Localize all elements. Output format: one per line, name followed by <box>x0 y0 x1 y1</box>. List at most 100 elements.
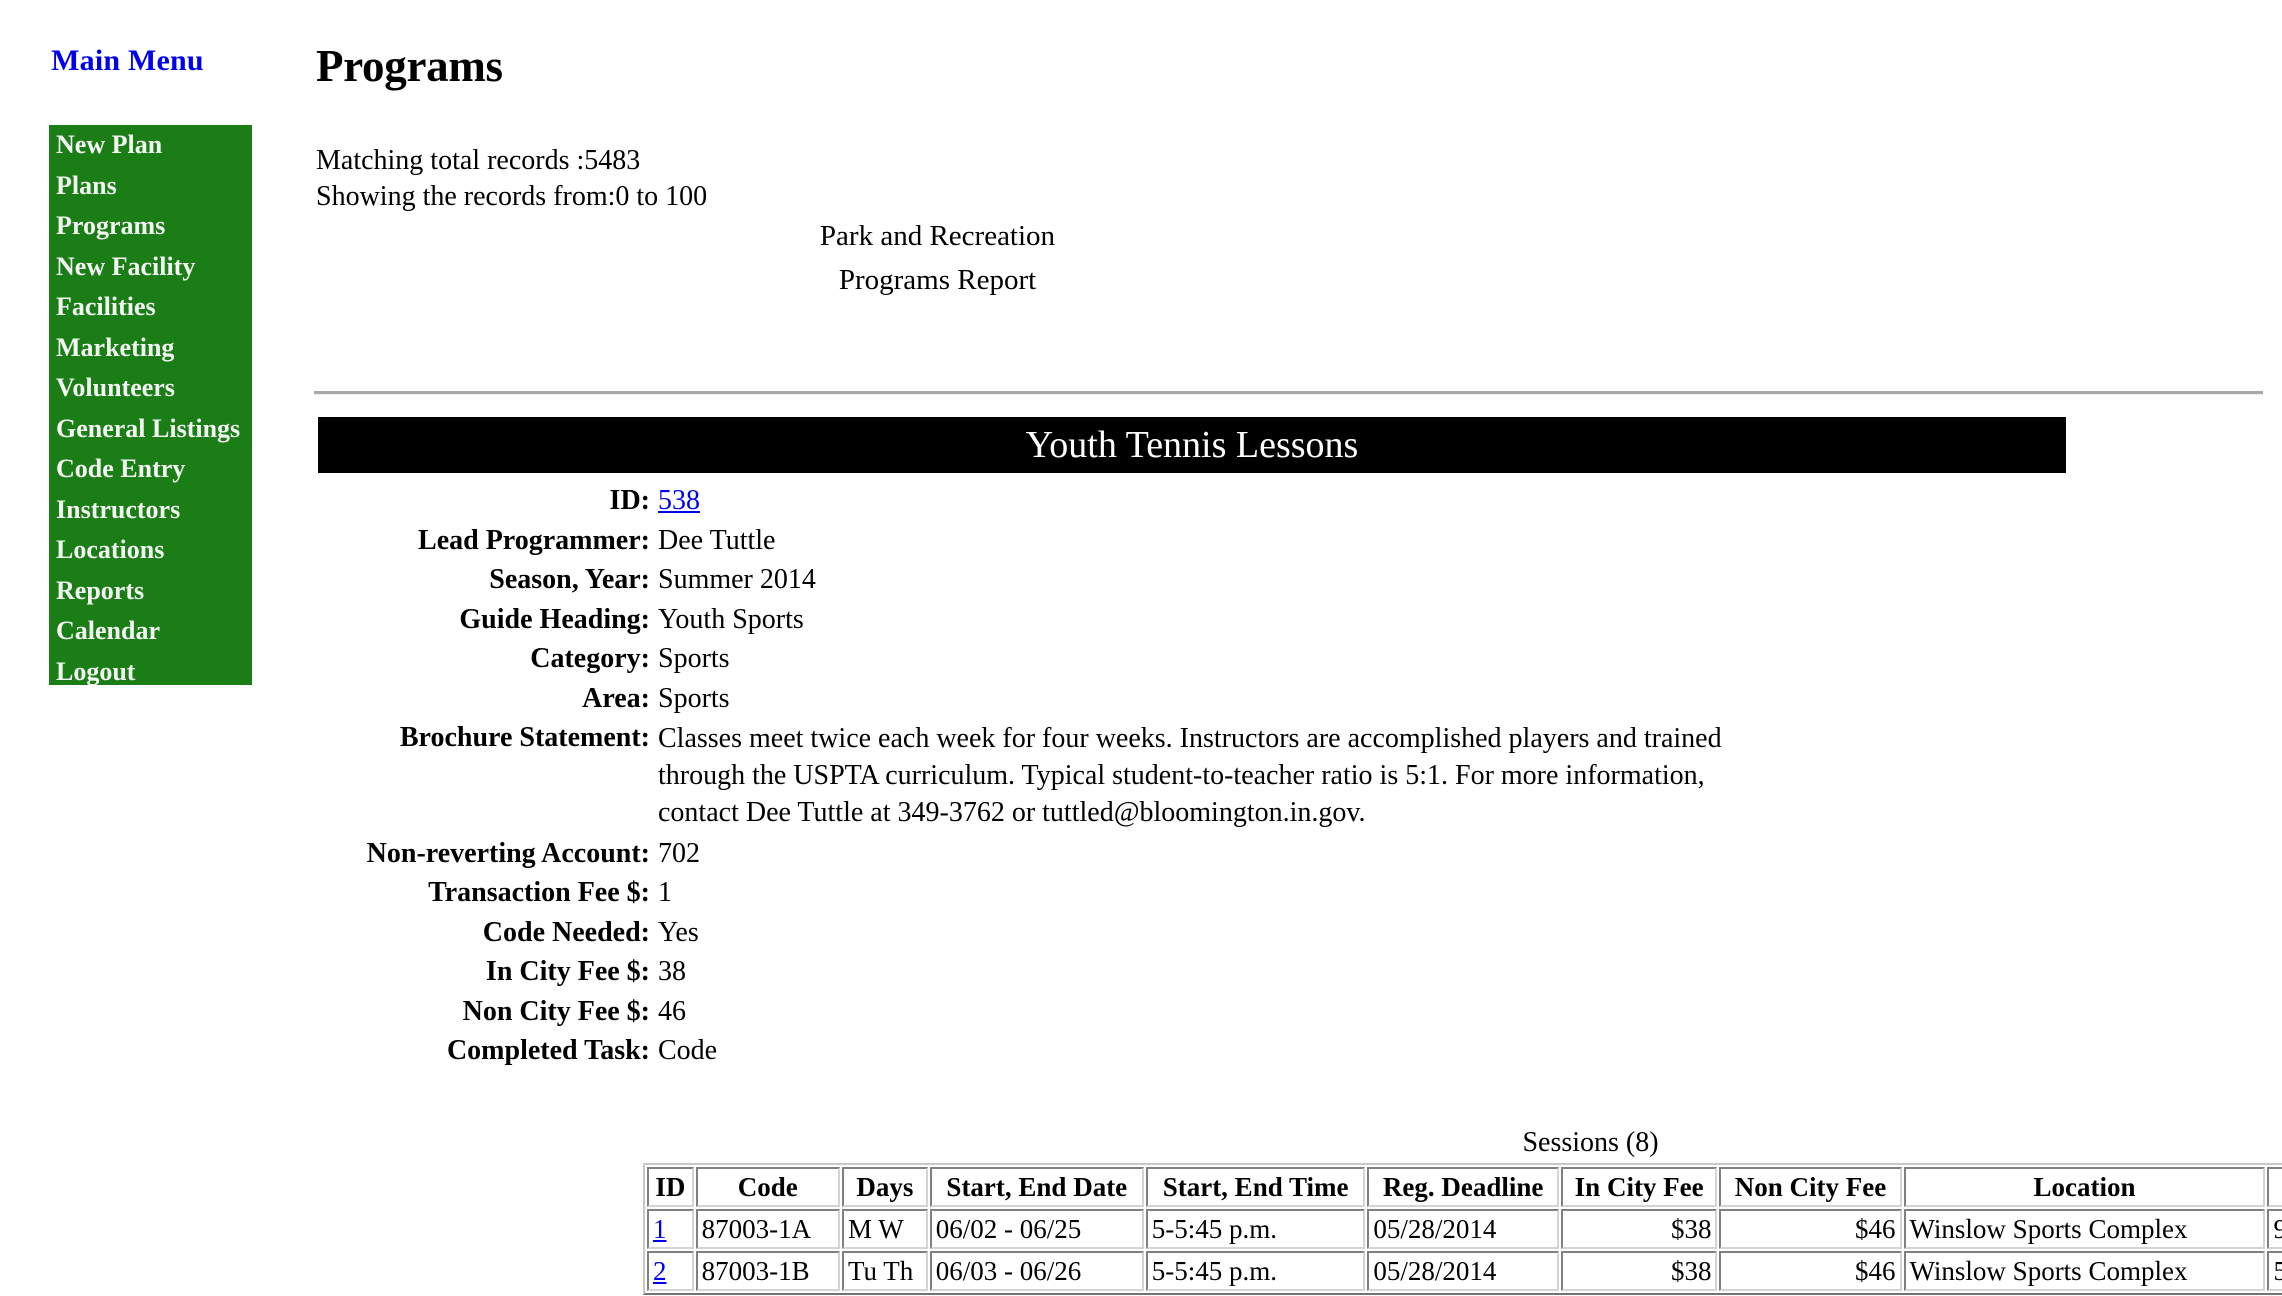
sidebar-item-volunteers[interactable]: Volunteers <box>49 368 252 409</box>
sessions-table-head: ID Code Days Start, End Date Start, End Time… <box>647 1167 2282 1207</box>
field-label: Brochure Statement: <box>399 722 650 753</box>
cell-location: Winslow Sports Complex <box>1903 1251 2266 1291</box>
sidebar-item-programs[interactable]: Programs <box>49 206 252 247</box>
field-row: Transaction Fee $: 1 <box>300 875 2282 910</box>
cell-times: 5-5:45 p.m. <box>1145 1209 1366 1249</box>
sidebar-item-code-entry[interactable]: Code Entry <box>49 449 252 490</box>
session-id-link[interactable]: 2 <box>653 1256 667 1286</box>
sidebar-item-locations[interactable]: Locations <box>49 530 252 571</box>
field-row: Season, Year: Summer 2014 <box>300 562 2282 597</box>
cell-days: Tu Th <box>841 1251 928 1291</box>
field-value: Classes meet twice each week for four we… <box>658 723 1722 828</box>
field-row: ID: 538 <box>300 483 2282 518</box>
field-label: Category: <box>530 643 650 674</box>
field-label: In City Fee $: <box>485 956 650 987</box>
cell-dates: 06/03 - 06/26 <box>929 1251 1144 1291</box>
column-header-in-city-fee: In City Fee <box>1560 1167 1718 1207</box>
field-row: Guide Heading: Youth Sports <box>300 602 2282 637</box>
field-label: Non City Fee $: <box>462 995 650 1027</box>
page-title: Programs <box>316 41 503 92</box>
sidebar-item-marketing[interactable]: Marketing <box>49 328 252 369</box>
report-title: Park and Recreation Programs Report <box>300 214 1575 302</box>
sessions-header-row: ID Code Days Start, End Date Start, End Time… <box>647 1167 2282 1207</box>
sidebar-item-new-plan[interactable]: New Plan <box>49 125 252 166</box>
field-value: Sports <box>658 682 730 714</box>
session-id-cell: 1 <box>647 1209 694 1249</box>
field-value: 38 <box>658 956 686 987</box>
field-label: Guide Heading: <box>459 603 650 635</box>
cell-code: 87003-1B <box>695 1251 840 1291</box>
field-row: Area: Sports <box>300 681 2282 716</box>
column-header-id: ID <box>647 1167 694 1207</box>
cell-participant-age: 5-8 beginner <box>2267 1251 2282 1291</box>
matching-records-text: Matching total records :5483 <box>316 145 641 176</box>
field-value: 702 <box>658 837 700 869</box>
field-label: Code Needed: <box>482 916 650 948</box>
sidebar-item-facilities[interactable]: Facilities <box>49 287 252 328</box>
main-content: Programs Matching total records :5483 Sh… <box>300 0 2282 1296</box>
column-header-start-end-time: Start, End Time <box>1145 1167 1366 1207</box>
field-value[interactable]: 538 <box>658 483 700 518</box>
cell-times: 5-5:45 p.m. <box>1145 1251 1366 1291</box>
field-row: Code Needed: Yes <box>300 915 2282 950</box>
column-header-reg-deadline: Reg. Deadline <box>1367 1167 1559 1207</box>
session-id-link[interactable]: 1 <box>653 1214 667 1244</box>
cell-days: M W <box>841 1209 928 1249</box>
program-banner-title: Youth Tennis Lessons <box>318 417 2066 473</box>
cell-code: 87003-1A <box>695 1209 840 1249</box>
field-value: Code <box>658 1035 718 1066</box>
field-value: Dee Tuttle <box>658 524 776 556</box>
sidebar-item-reports[interactable]: Reports <box>49 571 252 612</box>
field-label: Lead Programmer: <box>418 524 650 556</box>
cell-non-city-fee: $46 <box>1719 1209 1902 1249</box>
showing-records-text: Showing the records from:0 to 100 <box>316 181 708 212</box>
sessions-table: ID Code Days Start, End Date Start, End Time… <box>643 1163 2282 1295</box>
field-row: In City Fee $: 38 <box>300 954 2282 989</box>
cell-deadline: 05/28/2014 <box>1367 1251 1559 1291</box>
column-header-code: Code <box>695 1167 840 1207</box>
column-header-start-end-date: Start, End Date <box>929 1167 1144 1207</box>
field-label: Completed Task: <box>446 1035 650 1066</box>
cell-in-city-fee: $38 <box>1560 1209 1718 1249</box>
field-label: Non-reverting Account: <box>366 837 650 869</box>
field-label: Season, Year: <box>489 564 650 595</box>
sidebar-nav: New Plan Plans Programs New Facility Facilit… <box>49 125 252 686</box>
horizontal-rule <box>314 391 2263 395</box>
field-row: Non City Fee $: 46 <box>300 994 2282 1029</box>
sidebar: Main Menu New Plan Plans Programs New Facil… <box>0 0 300 1296</box>
session-id-cell: 2 <box>647 1251 694 1291</box>
sidebar-item-new-facility[interactable]: New Facility <box>49 247 252 288</box>
table-row: 1 87003-1A M W 06/02 - 06/25 5-5:45 p.m. 05/2… <box>647 1209 2282 1249</box>
field-label: ID: <box>609 485 650 516</box>
field-value: Sports <box>658 643 730 674</box>
column-header-participant-age: Participant Age <box>2267 1167 2282 1207</box>
cell-participant-age: 9-12 intermediate <box>2267 1209 2282 1249</box>
report-title-line-1: Park and Recreation <box>819 220 1056 252</box>
field-value: Summer 2014 <box>658 564 816 595</box>
field-row: Completed Task: Code <box>300 1033 2282 1068</box>
field-row: Category: Sports <box>300 641 2282 676</box>
main-menu-heading[interactable]: Main Menu <box>0 44 255 78</box>
field-row: Lead Programmer: Dee Tuttle <box>300 523 2282 558</box>
cell-dates: 06/02 - 06/25 <box>929 1209 1144 1249</box>
field-value: Youth Sports <box>658 603 804 635</box>
column-header-non-city-fee: Non City Fee <box>1719 1167 1902 1207</box>
field-value: Yes <box>658 916 699 948</box>
sidebar-item-plans[interactable]: Plans <box>49 166 252 207</box>
sidebar-item-logout[interactable]: Logout <box>49 652 252 693</box>
field-row: Non-reverting Account: 702 <box>300 836 2282 871</box>
sessions-caption: Sessions (8) <box>1522 1127 1659 1158</box>
cell-location: Winslow Sports Complex <box>1903 1209 2266 1249</box>
cell-non-city-fee: $46 <box>1719 1251 1902 1291</box>
sidebar-item-general-listings[interactable]: General Listings <box>49 409 252 450</box>
field-value: 1 <box>658 877 672 908</box>
field-label: Area: <box>582 682 650 714</box>
programs-report-page: Main Menu New Plan Plans Programs New Facil… <box>0 0 2282 1296</box>
column-header-days: Days <box>841 1167 928 1207</box>
table-row: 2 87003-1B Tu Th 06/03 - 06/26 5-5:45 p.m. 05… <box>647 1251 2282 1291</box>
program-id-link[interactable]: 538 <box>658 485 700 516</box>
field-value: 46 <box>658 995 686 1027</box>
sidebar-item-calendar[interactable]: Calendar <box>49 611 252 652</box>
program-detail-fields: ID: 538 Lead Programmer: Dee Tuttle Season, … <box>300 483 2282 1073</box>
sidebar-item-instructors[interactable]: Instructors <box>49 490 252 531</box>
